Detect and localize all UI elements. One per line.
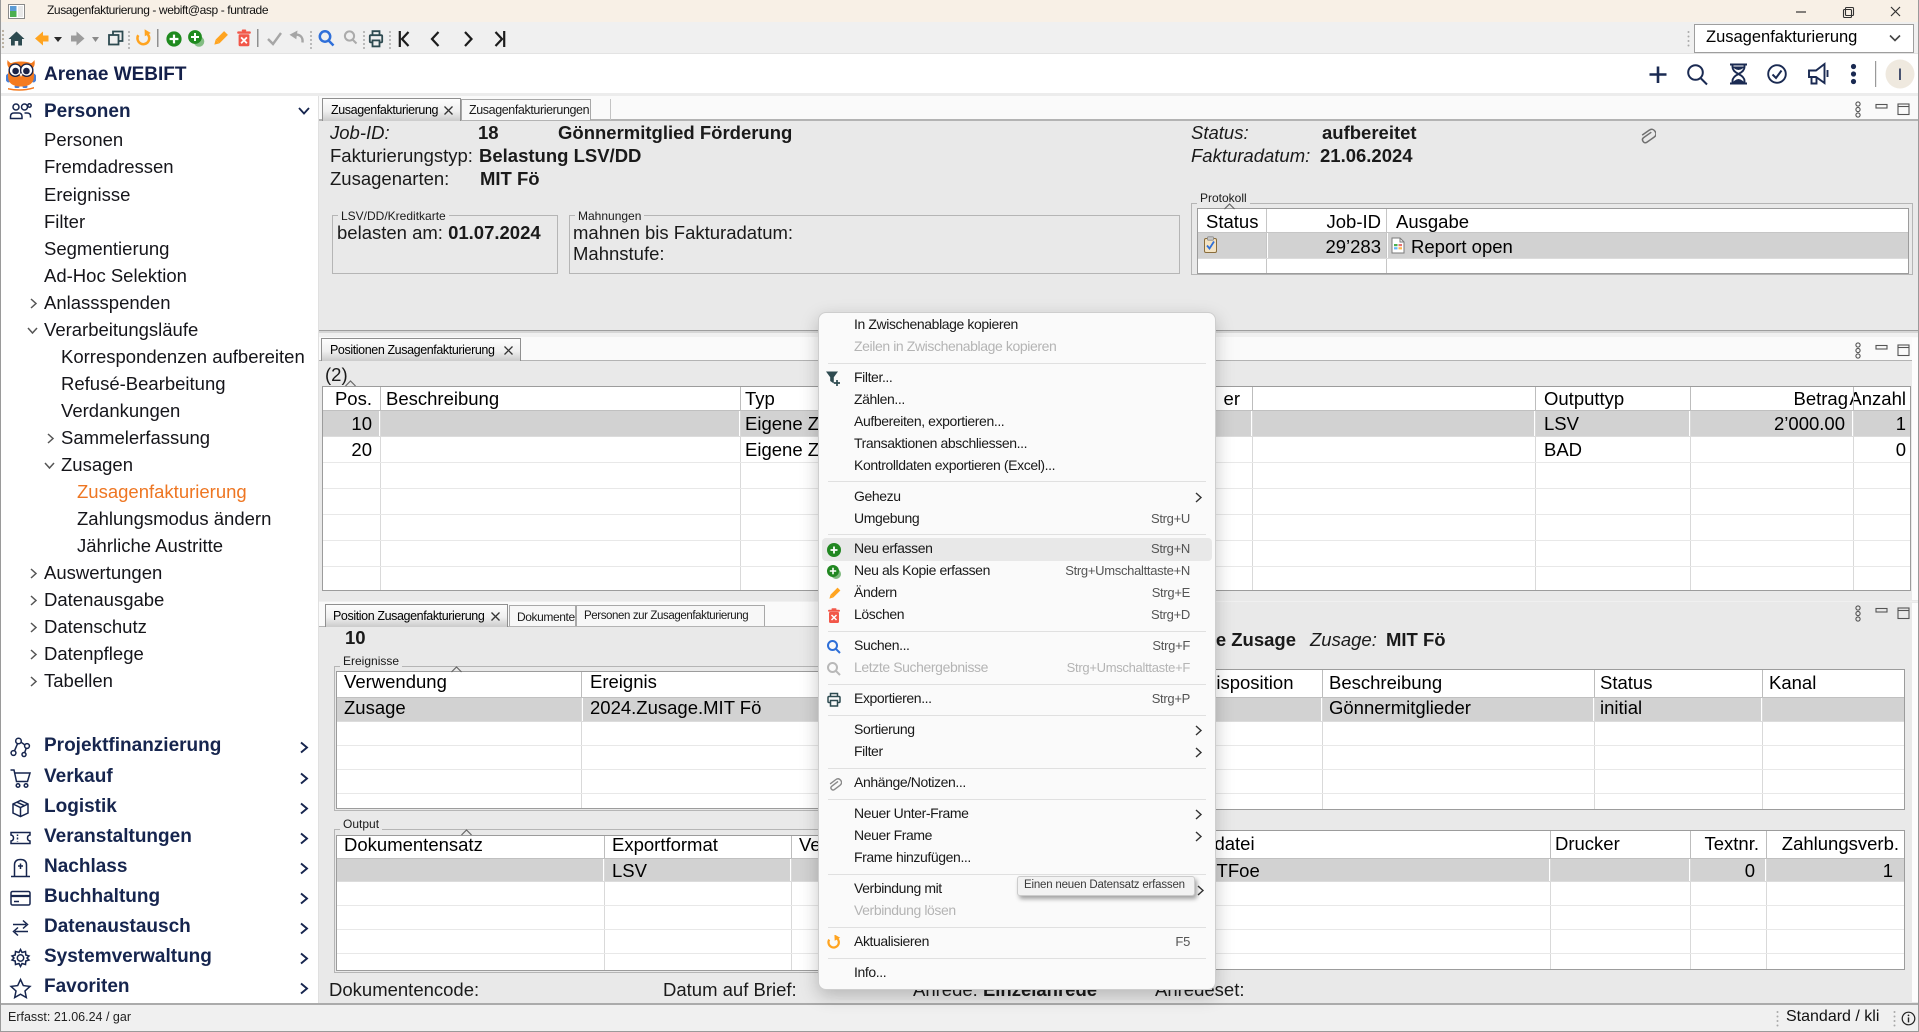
svg-text:I: I <box>1898 65 1903 84</box>
